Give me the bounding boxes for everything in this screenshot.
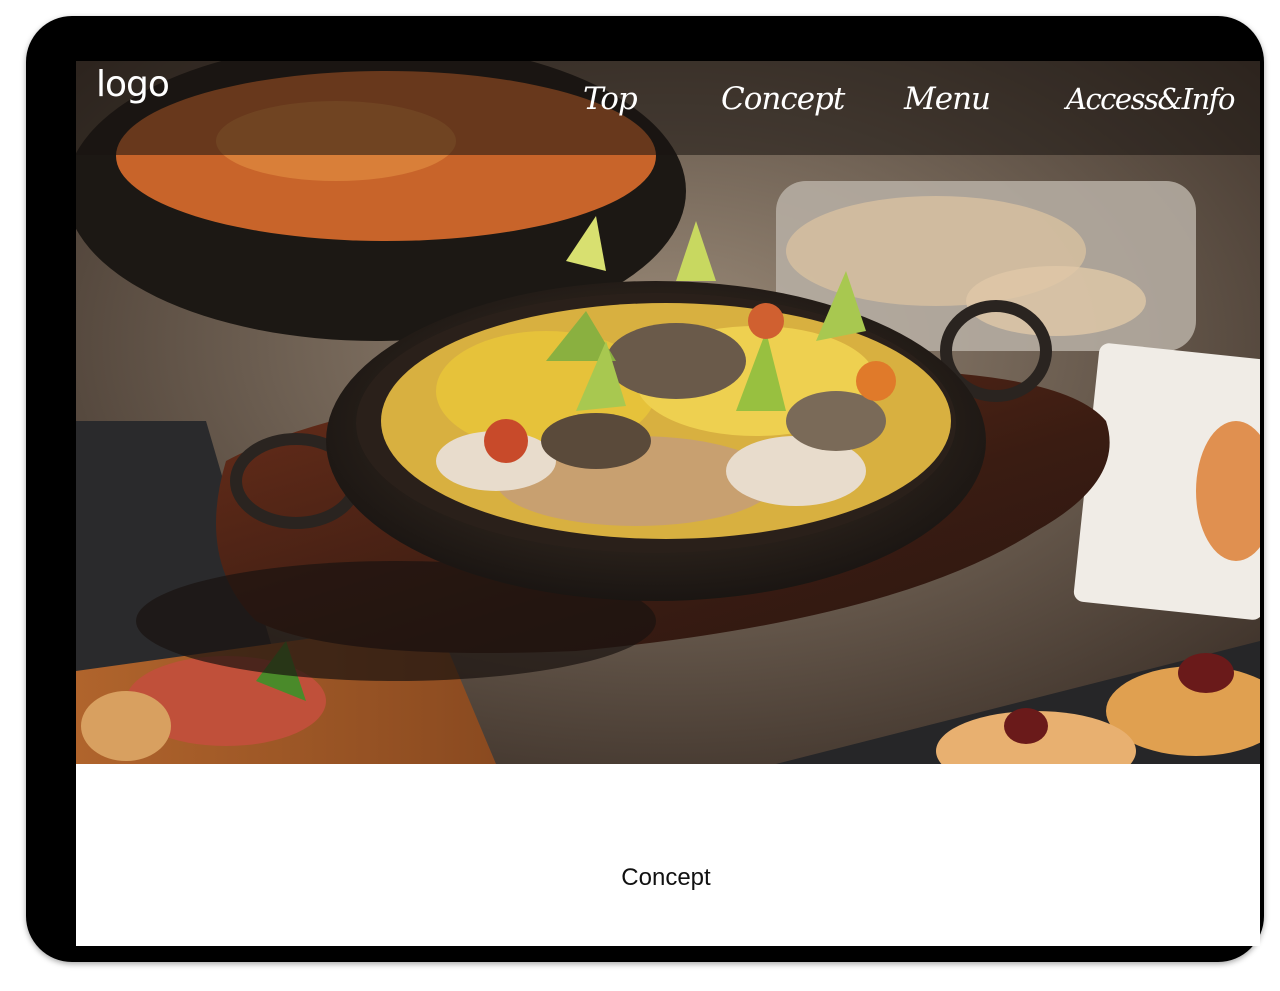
nav-link-concept[interactable]: Concept [721,79,845,119]
paella-photo-illustration [76,61,1260,764]
site-logo[interactable]: logo [96,63,170,107]
device-frame: logo Top Concept Menu Access&Info Concep… [26,16,1264,962]
nav-link-menu[interactable]: Menu [904,79,991,119]
browser-screen: logo Top Concept Menu Access&Info Concep… [76,61,1260,946]
nav-link-access-info[interactable]: Access&Info [1066,79,1236,119]
nav-link-top[interactable]: Top [583,79,638,119]
concept-section-title: Concept [621,864,711,891]
hero-image: logo Top Concept Menu Access&Info [76,61,1260,764]
navbar: logo Top Concept Menu Access&Info [76,61,1260,155]
